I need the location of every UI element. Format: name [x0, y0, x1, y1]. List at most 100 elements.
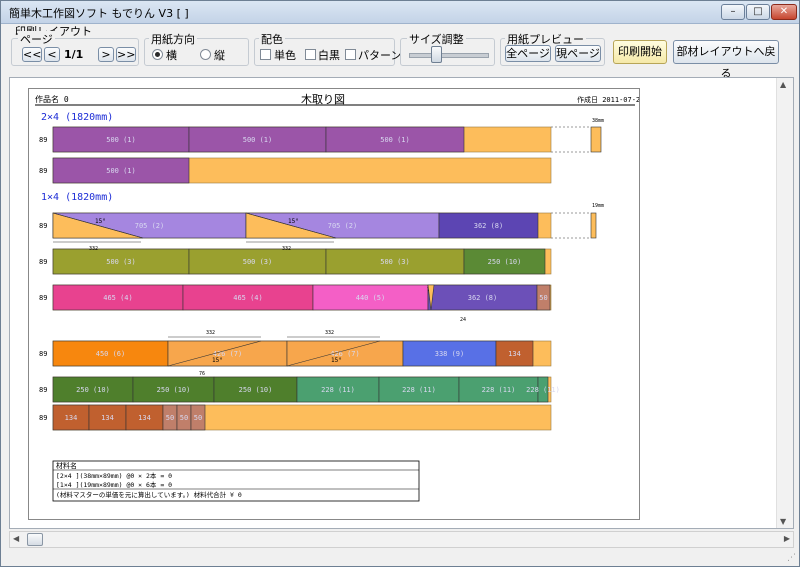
single-color-label: 単色: [274, 49, 296, 62]
color-group: 配色 単色 白黒 パターン: [254, 31, 401, 66]
part-label: 440 (5): [356, 294, 386, 302]
part-label: 134: [101, 414, 114, 422]
orientation-group: 用紙方向 横 縦: [144, 31, 249, 66]
summary-header: 材料名: [56, 461, 77, 470]
part-label: 338 (9): [435, 350, 465, 358]
row-width-label: 89: [39, 414, 47, 422]
orientation-label: 用紙方向: [149, 31, 197, 47]
section-header: 1×4 (1820mm): [41, 192, 113, 203]
back-to-layout-button[interactable]: 部材レイアウトへ戻る: [673, 40, 779, 80]
horizontal-scrollbar[interactable]: ◀ ▶: [9, 531, 794, 548]
minimize-button[interactable]: –: [721, 4, 745, 20]
maximize-button[interactable]: □: [746, 4, 770, 20]
size-label: サイズ調整: [407, 31, 466, 47]
dimension-label: 76: [199, 371, 205, 377]
preview-group: 用紙プレビュー 全ページ 現ページ: [500, 31, 605, 66]
part-label: 228 (11): [321, 386, 355, 394]
portrait-label: 縦: [214, 49, 225, 62]
current-page-button[interactable]: 現ページ: [555, 45, 601, 62]
angle-label: 15°: [212, 357, 223, 364]
all-pages-button[interactable]: 全ページ: [505, 45, 551, 62]
last-page-button[interactable]: >>: [116, 47, 136, 62]
row-width-label: 89: [39, 167, 47, 175]
bw-checkbox[interactable]: [305, 49, 316, 60]
page-group: ページ << < 1/1 > >>: [11, 31, 139, 66]
app-window: 簡単木工作図ソフト もでりん V3 [ ] – □ ✕ 印刷レイアウト ページ …: [0, 0, 800, 567]
page-label: ページ: [18, 31, 55, 47]
part-label: 250 (10): [488, 258, 522, 266]
page-indicator: 1/1: [64, 48, 84, 61]
part-label: 705 (2): [135, 222, 165, 230]
pattern-label: パターン: [358, 49, 402, 62]
title-bar: 簡単木工作図ソフト もでりん V3 [ ] – □ ✕: [1, 1, 799, 24]
part-label: 500 (1): [106, 167, 136, 175]
window-title: 簡単木工作図ソフト もでりん V3 [ ]: [9, 7, 189, 20]
single-color-checkbox[interactable]: [260, 49, 271, 60]
scroll-up-arrow[interactable]: ▲: [780, 80, 786, 89]
part-label: 500 (3): [243, 258, 273, 266]
pattern-checkbox[interactable]: [345, 49, 356, 60]
size-slider-thumb[interactable]: [431, 46, 442, 63]
dimension-label: 332: [282, 246, 291, 252]
section-header: 2×4 (1820mm): [41, 112, 113, 123]
row-width-label: 89: [39, 136, 47, 144]
row-width-label: 89: [39, 258, 47, 266]
part-label: 500 (3): [106, 258, 136, 266]
part-label: 362 (8): [474, 222, 504, 230]
section-thickness-label: 38mm: [592, 118, 604, 124]
landscape-radio[interactable]: [152, 49, 163, 60]
summary-total: (材料マスターの単価を元に算出しています。) 材料代合計 ¥ 0: [56, 490, 242, 499]
portrait-radio[interactable]: [200, 49, 211, 60]
summary-line: [1×4 ](19mm×89mm) @0 × 6本 = 0: [56, 480, 172, 489]
part-label: 50: [166, 414, 174, 422]
created-date: 作成日 2011-07-20: [577, 95, 639, 104]
vertical-scrollbar[interactable]: ▲ ▼: [776, 78, 793, 528]
part-label: 228 (11): [526, 386, 560, 394]
board-end-section: [590, 212, 597, 239]
scroll-left-arrow[interactable]: ◀: [13, 534, 19, 543]
part-label: 500 (1): [380, 136, 410, 144]
part-label: 134: [65, 414, 78, 422]
dimension-label: 332: [206, 330, 215, 336]
part-label: 450 (6): [96, 350, 126, 358]
part-label: 250 (10): [76, 386, 110, 394]
landscape-label: 横: [166, 49, 177, 62]
dimension-label: 24: [460, 317, 466, 323]
part-label: 134: [138, 414, 151, 422]
row-width-label: 89: [39, 386, 47, 394]
board-end-section: [590, 126, 602, 153]
first-page-button[interactable]: <<: [22, 47, 42, 62]
scroll-down-arrow[interactable]: ▼: [780, 517, 786, 526]
dimension-label: 332: [325, 330, 334, 336]
summary-line: [2×4 ](38mm×89mm) @0 × 2本 = 0: [56, 471, 172, 480]
part-label: 362 (8): [468, 294, 498, 302]
part-label: 250 (10): [239, 386, 273, 394]
print-button[interactable]: 印刷開始: [613, 40, 667, 64]
work-name: 作品名 0: [35, 94, 69, 104]
close-button[interactable]: ✕: [771, 4, 797, 20]
toolbar: 印刷レイアウト ページ << < 1/1 > >> 用紙方向 横 縦 配色 単色…: [1, 24, 799, 80]
scroll-thumb[interactable]: [27, 533, 43, 546]
prev-page-button[interactable]: <: [44, 47, 60, 62]
part-label: 50: [194, 414, 202, 422]
next-page-button[interactable]: >: [98, 47, 114, 62]
part-label: 134: [508, 350, 521, 358]
part-label: 500 (1): [243, 136, 273, 144]
part-label: 50: [539, 294, 547, 302]
row-width-label: 89: [39, 222, 47, 230]
preview-area: 作品名 0 木取り図 作成日 2011-07-20 2×4 (1820mm) 1×4 (…: [9, 77, 794, 529]
scroll-right-arrow[interactable]: ▶: [784, 534, 790, 543]
section-thickness-label: 19mm: [592, 203, 604, 209]
part-label: 465 (4): [233, 294, 263, 302]
bw-label: 白黒: [318, 49, 340, 62]
size-group: サイズ調整: [400, 31, 495, 66]
row-width-label: 89: [39, 350, 47, 358]
angle-label: 15°: [331, 357, 342, 364]
part-label: 500 (3): [380, 258, 410, 266]
row-width-label: 89: [39, 294, 47, 302]
paper-sheet: 作品名 0 木取り図 作成日 2011-07-20 2×4 (1820mm) 1×4 (…: [28, 88, 640, 520]
color-label: 配色: [259, 31, 285, 47]
part-label: 50: [180, 414, 188, 422]
part-label: 500 (1): [106, 136, 136, 144]
resize-grip[interactable]: ⋰: [787, 553, 796, 563]
